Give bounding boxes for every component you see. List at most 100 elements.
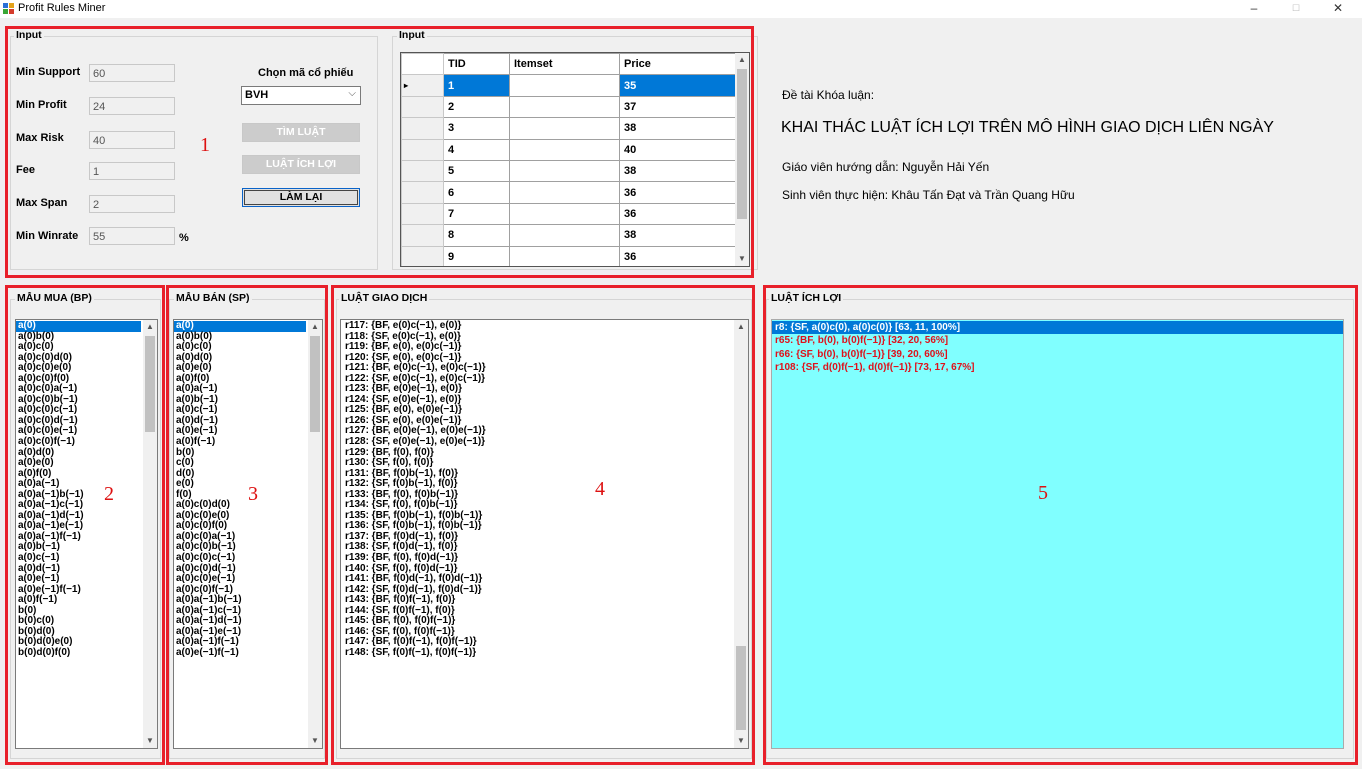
table-row[interactable]: 7 36	[401, 202, 736, 226]
close-button[interactable]: ✕	[1324, 0, 1352, 18]
scroll-thumb[interactable]	[145, 336, 155, 432]
list-item[interactable]: r8: {SF, a(0)c(0), a(0)c(0)} [63, 11, 10…	[772, 321, 1343, 335]
price-cell[interactable]: 36	[619, 181, 736, 204]
table-row[interactable]: 6 36	[401, 181, 736, 204]
list-item[interactable]: a(0)f(−1)	[174, 436, 306, 448]
list-item[interactable]: r117: {BF, e(0)c(−1), e(0)}	[341, 320, 732, 332]
maximize-button[interactable]: ☐	[1282, 0, 1310, 18]
scroll-down-arrow[interactable]: ▼	[734, 734, 748, 748]
itemset-cell[interactable]	[509, 117, 620, 140]
itemset-cell[interactable]	[509, 245, 620, 266]
tid-cell[interactable]: 5	[443, 159, 510, 183]
itemset-cell[interactable]	[509, 74, 620, 97]
fee-field[interactable]: 1	[89, 162, 175, 180]
list-item[interactable]: r148: {SF, f(0)f(−1), f(0)f(−1)}	[341, 647, 732, 659]
table-row[interactable]: 3 38	[401, 117, 736, 140]
tid-cell[interactable]: 2	[443, 95, 510, 119]
tid-cell[interactable]: 8	[443, 224, 510, 247]
min-support-field[interactable]: 60	[89, 64, 175, 82]
scroll-thumb[interactable]	[310, 336, 320, 432]
profit-rules-button[interactable]: LUẬT ÍCH LỢI	[242, 155, 360, 174]
price-cell[interactable]: 37	[619, 95, 736, 119]
list-item[interactable]: d(0)	[174, 468, 306, 480]
tid-cell[interactable]: 4	[443, 138, 510, 161]
list-item[interactable]: a(0)c(−1)	[16, 552, 141, 564]
row-header[interactable]	[401, 95, 444, 119]
row-header[interactable]	[401, 138, 444, 161]
list-item[interactable]: r66: {SF, b(0), b(0)f(−1)} [39, 20, 60%]	[772, 348, 1343, 361]
minimize-button[interactable]: –	[1240, 0, 1268, 18]
table-row[interactable]: 5 38	[401, 159, 736, 183]
list-item[interactable]: a(0)c(0)f(−1)	[16, 436, 141, 448]
table-row[interactable]: ▸ 1 35	[401, 74, 736, 97]
sell-patterns-list[interactable]: a(0) a(0)b(0) a(0)c(0) a(0)d(0) a(0)e(0) a(0)…	[173, 319, 323, 749]
itemset-cell[interactable]	[509, 159, 620, 183]
max-risk-field[interactable]: 40	[89, 131, 175, 149]
price-cell[interactable]: 36	[619, 202, 736, 226]
scroll-down-arrow[interactable]: ▼	[308, 734, 322, 748]
scroll-up-arrow[interactable]: ▲	[735, 53, 749, 67]
itemset-cell[interactable]	[509, 224, 620, 247]
list-item[interactable]: r108: {SF, d(0)f(−1), d(0)f(−1)} [73, 17…	[772, 361, 1343, 374]
row-header[interactable]	[401, 181, 444, 204]
list-item[interactable]: r139: {BF, f(0), f(0)d(−1)}	[341, 552, 732, 564]
list-item[interactable]: a(0)	[174, 320, 306, 332]
max-span-field[interactable]: 2	[89, 195, 175, 213]
list-item[interactable]: r128: {SF, e(0)e(−1), e(0)e(−1)}	[341, 436, 732, 448]
itemset-cell[interactable]	[509, 138, 620, 161]
tid-cell[interactable]: 7	[443, 202, 510, 226]
row-header[interactable]	[401, 159, 444, 183]
itemset-cell[interactable]	[509, 95, 620, 119]
price-cell[interactable]: 36	[619, 245, 736, 266]
price-cell[interactable]: 40	[619, 138, 736, 161]
stock-select[interactable]: BVH ⌵	[241, 86, 361, 105]
table-row[interactable]: 9 36	[401, 245, 736, 266]
scroll-thumb[interactable]	[737, 69, 747, 219]
scroll-thumb[interactable]	[736, 646, 746, 730]
scroll-up-arrow[interactable]: ▲	[143, 320, 157, 334]
column-header-price[interactable]: Price	[619, 53, 736, 76]
list-item[interactable]: r65: {BF, b(0), b(0)f(−1)} [32, 20, 56%]	[772, 334, 1343, 347]
price-cell[interactable]: 38	[619, 159, 736, 183]
find-rules-button[interactable]: TÌM LUẬT	[242, 123, 360, 142]
tid-cell[interactable]: 9	[443, 245, 510, 266]
tid-cell[interactable]: 6	[443, 181, 510, 204]
table-row[interactable]: 2 37	[401, 95, 736, 119]
price-cell[interactable]: 38	[619, 117, 736, 140]
list-scrollbar[interactable]: ▲ ▼	[308, 320, 322, 748]
itemset-cell[interactable]	[509, 202, 620, 226]
tid-cell[interactable]: 1	[443, 74, 510, 97]
list-item[interactable]: a(0)e(−1)f(−1)	[174, 647, 306, 659]
reset-button[interactable]: LÀM LẠI	[242, 188, 360, 207]
tid-cell[interactable]: 3	[443, 117, 510, 140]
trade-rules-list[interactable]: r117: {BF, e(0)c(−1), e(0)} r118: {SF, e(…	[340, 319, 749, 749]
grid-scrollbar[interactable]: ▲ ▼	[735, 53, 749, 266]
list-item[interactable]: e(0)	[174, 479, 306, 490]
price-cell[interactable]: 35	[619, 74, 736, 97]
transactions-grid[interactable]: TID Itemset Price ▸ 1 35 2 37 3 38 4 40 5 38…	[400, 52, 750, 267]
row-header[interactable]	[401, 202, 444, 226]
profit-rules-list[interactable]: r8: {SF, a(0)c(0), a(0)c(0)} [63, 11, 10…	[771, 319, 1344, 749]
column-header-itemset[interactable]: Itemset	[509, 53, 620, 76]
list-scrollbar[interactable]: ▲ ▼	[734, 320, 748, 748]
list-item[interactable]: a(0)c(0)c(−1)	[174, 552, 306, 564]
row-header[interactable]	[401, 224, 444, 247]
table-row[interactable]: 4 40	[401, 138, 736, 161]
min-profit-field[interactable]: 24	[89, 97, 175, 115]
price-cell[interactable]: 38	[619, 224, 736, 247]
list-item[interactable]: b(0)d(0)f(0)	[16, 647, 141, 659]
min-winrate-field[interactable]: 55	[89, 227, 175, 245]
list-item[interactable]: a(0)	[16, 320, 141, 332]
scroll-up-arrow[interactable]: ▲	[734, 320, 748, 334]
list-item[interactable]: b(0)	[174, 447, 306, 459]
table-row[interactable]: 8 38	[401, 224, 736, 247]
scroll-down-arrow[interactable]: ▼	[143, 734, 157, 748]
column-header-tid[interactable]: TID	[443, 53, 510, 76]
row-header[interactable]	[401, 117, 444, 140]
buy-patterns-list[interactable]: a(0) a(0)b(0) a(0)c(0) a(0)c(0)d(0) a(0)c(0)…	[15, 319, 158, 749]
list-scrollbar[interactable]: ▲ ▼	[143, 320, 157, 748]
row-header[interactable]	[401, 245, 444, 266]
scroll-down-arrow[interactable]: ▼	[735, 252, 749, 266]
scroll-up-arrow[interactable]: ▲	[308, 320, 322, 334]
itemset-cell[interactable]	[509, 181, 620, 204]
